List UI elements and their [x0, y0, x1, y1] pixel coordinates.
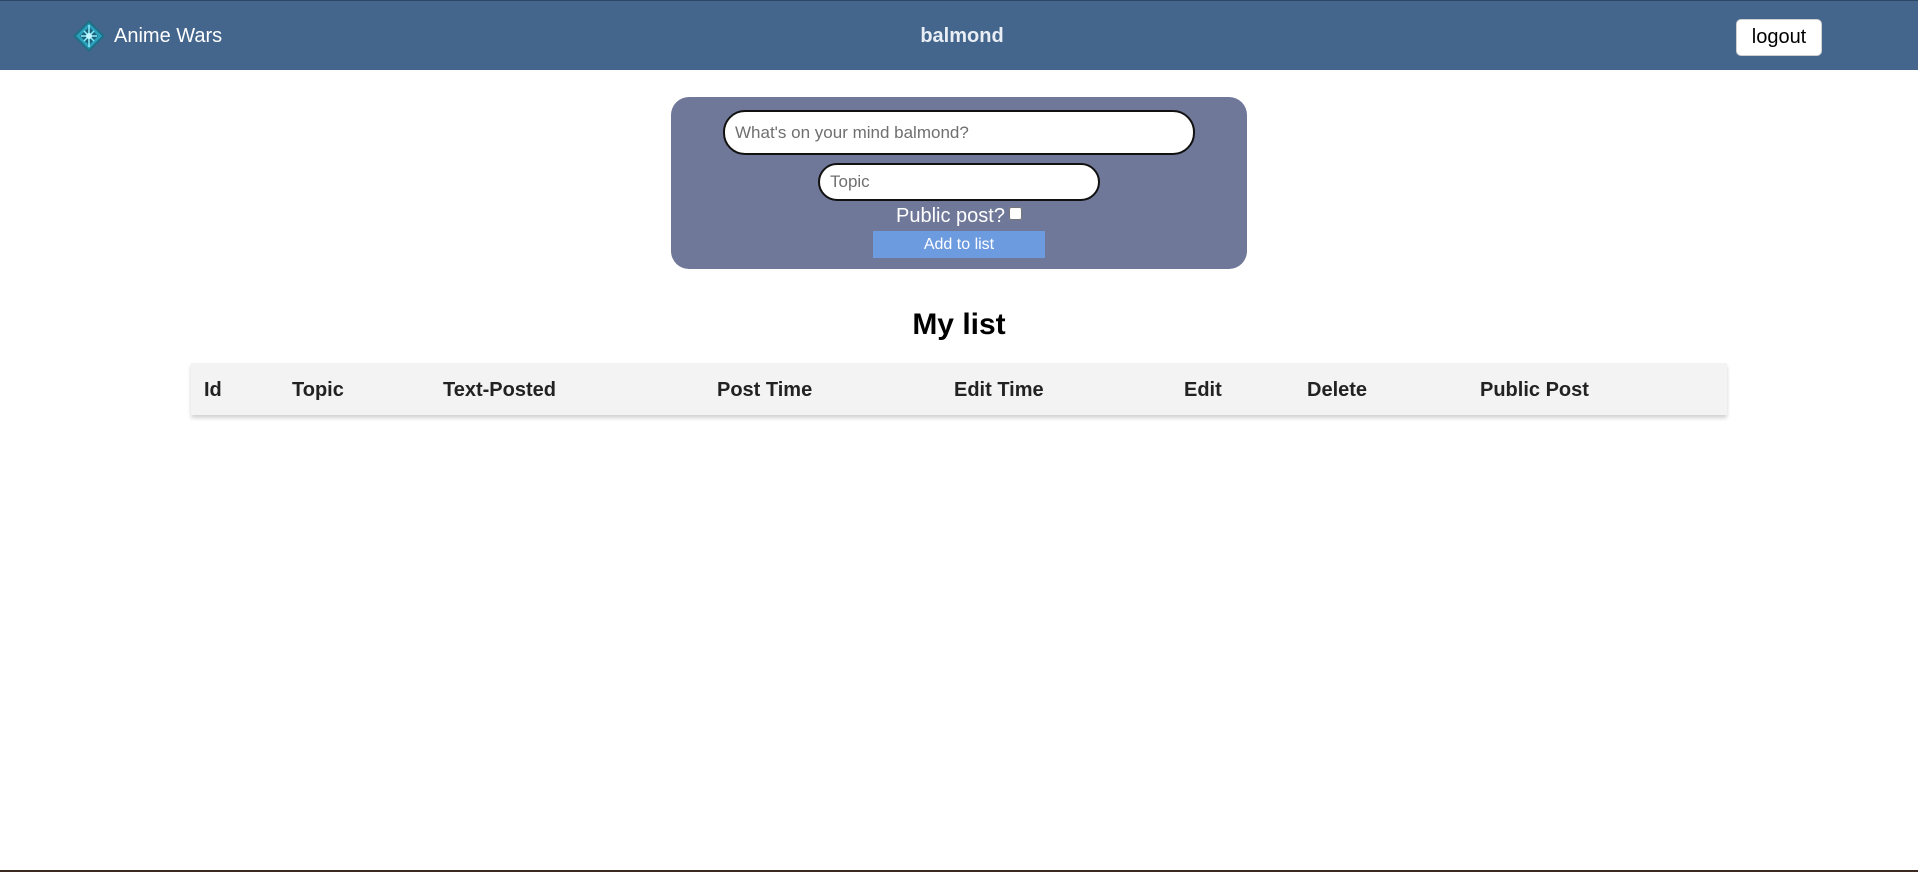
public-post-row: Public post? — [671, 205, 1247, 228]
add-to-list-button[interactable]: Add to list — [873, 231, 1045, 258]
public-post-checkbox[interactable] — [1008, 207, 1022, 220]
column-header-public-post: Public Post — [1480, 379, 1589, 401]
column-header-id: Id — [204, 379, 222, 401]
column-header-post-time: Post Time — [717, 379, 813, 401]
my-list-title: My list — [912, 308, 1006, 341]
post-text-input[interactable] — [723, 110, 1195, 155]
top-navbar: Anime Wars balmond logout — [0, 0, 1918, 70]
column-header-topic: Topic — [292, 379, 344, 401]
column-header-text-posted: Text-Posted — [443, 379, 556, 401]
new-post-form: Public post? Add to list — [671, 97, 1247, 269]
column-header-edit: Edit — [1184, 379, 1222, 401]
logout-button[interactable]: logout — [1736, 19, 1822, 56]
topic-input[interactable] — [818, 163, 1100, 201]
username-label: balmond — [920, 25, 1004, 47]
column-header-delete: Delete — [1307, 379, 1368, 401]
list-table-header: Id Topic Text-Posted Post Time Edit Time… — [191, 363, 1727, 415]
public-post-label: Public post? — [896, 205, 1005, 227]
column-header-edit-time: Edit Time — [954, 379, 1044, 401]
